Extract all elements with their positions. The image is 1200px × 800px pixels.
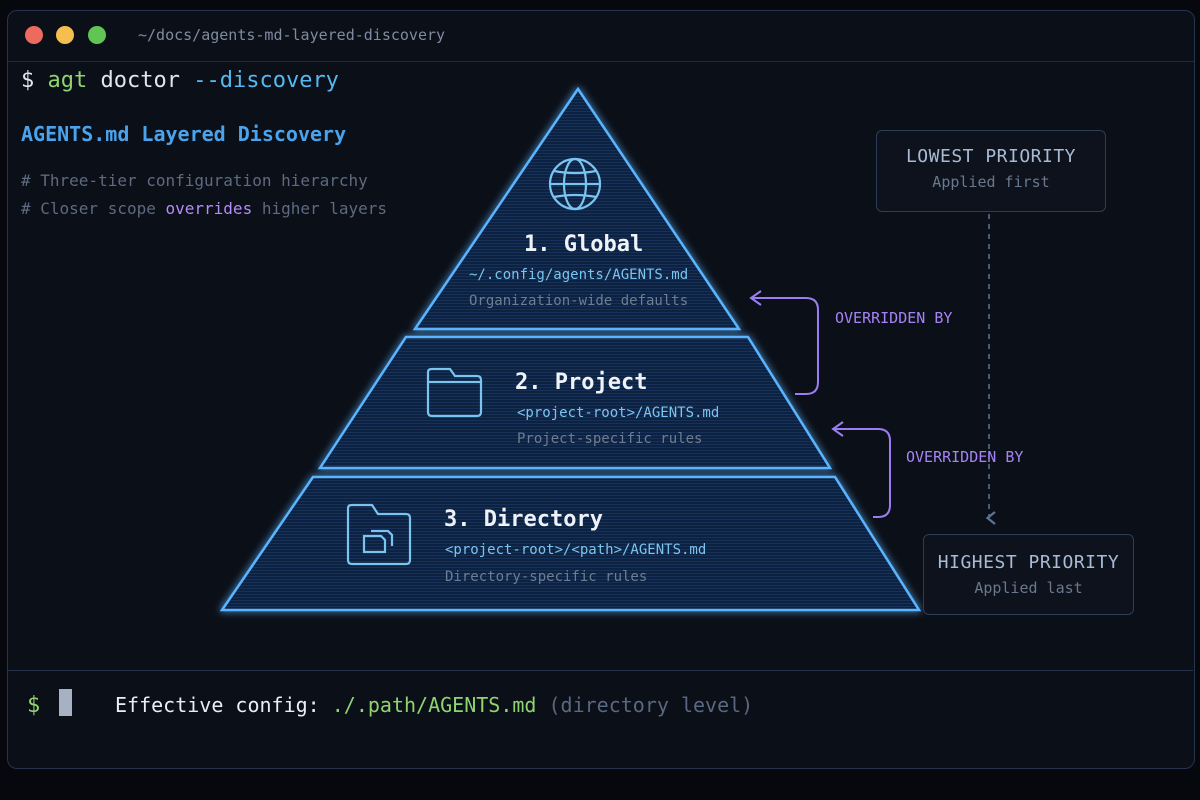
lowest-priority-sub: Applied first bbox=[932, 173, 1050, 191]
tier-global-title: 1. Global bbox=[524, 232, 644, 257]
status-bar: $ Effective config: ./.path/AGENTS.md (d… bbox=[7, 670, 1193, 758]
override-label-1: OVERRIDDEN BY bbox=[835, 309, 953, 327]
override-label-2: OVERRIDDEN BY bbox=[906, 448, 1024, 466]
tier-project-shape bbox=[317, 335, 833, 470]
tier-project-desc: Project-specific rules bbox=[517, 431, 703, 447]
terminal-cursor[interactable] bbox=[59, 689, 72, 716]
effective-note: (directory level) bbox=[536, 693, 754, 717]
tier-directory-path: <project-root>/<path>/AGENTS.md bbox=[445, 542, 707, 558]
highest-priority-title: HIGHEST PRIORITY bbox=[937, 552, 1120, 573]
highest-priority-sub: Applied last bbox=[974, 579, 1083, 597]
tier-directory-title: 3. Directory bbox=[444, 507, 603, 532]
effective-config: Effective config: ./.path/AGENTS.md (dir… bbox=[115, 693, 753, 717]
footer-prompt: $ bbox=[27, 693, 41, 718]
tier-directory-desc: Directory-specific rules bbox=[445, 569, 648, 585]
highest-priority-box: HIGHEST PRIORITY Applied last bbox=[923, 534, 1134, 615]
tier-project-path: <project-root>/AGENTS.md bbox=[517, 405, 720, 421]
lowest-priority-title: LOWEST PRIORITY bbox=[905, 146, 1077, 167]
tier-global-path: ~/.config/agents/AGENTS.md bbox=[469, 267, 689, 283]
tier-global-desc: Organization-wide defaults bbox=[469, 293, 689, 309]
effective-path: ./.path/AGENTS.md bbox=[331, 693, 537, 717]
tier-project-title: 2. Project bbox=[515, 370, 648, 395]
effective-label: Effective config: bbox=[115, 693, 332, 717]
lowest-priority-box: LOWEST PRIORITY Applied first bbox=[876, 130, 1106, 212]
